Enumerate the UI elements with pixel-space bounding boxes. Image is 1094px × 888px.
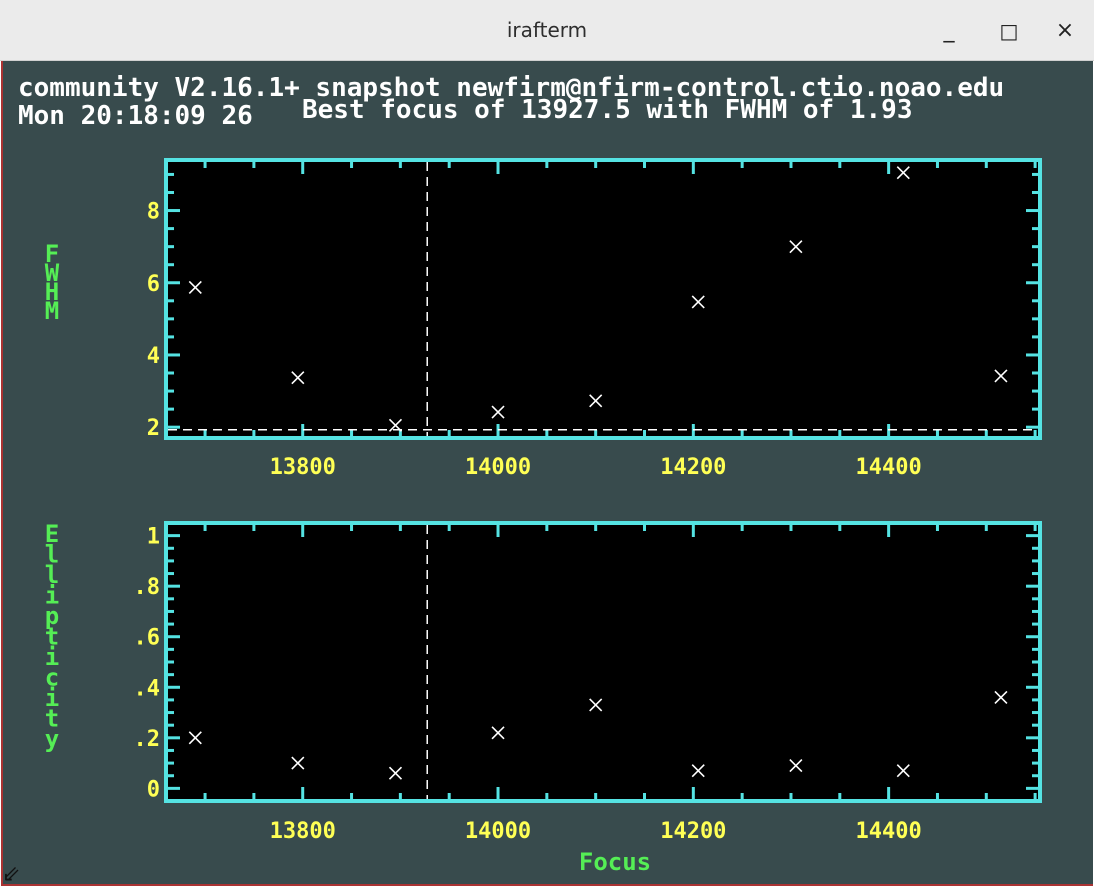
x-tick-label: 13800 xyxy=(270,819,336,844)
y-tick-label: 8 xyxy=(147,200,160,225)
plot-area xyxy=(166,523,1040,801)
focus-plots: 13800 14000 14200 14400 2 4 6 8 F W H M 13800 14000 14… xyxy=(45,158,1042,876)
y-tick-label: 6 xyxy=(147,272,160,297)
x-axis-title: Focus xyxy=(579,848,651,876)
x-tick-label: 14000 xyxy=(465,819,531,844)
x-tick-label: 14000 xyxy=(465,455,531,480)
resize-arrow-icon[interactable]: ⇙ xyxy=(2,862,20,887)
plot-panel-1: 13800 14000 14200 14400 2 4 6 8 F W H M xyxy=(45,158,1042,480)
plot-area xyxy=(166,160,1040,438)
y-tick-label: 0 xyxy=(147,777,160,802)
x-tick-label: 14400 xyxy=(856,455,922,480)
y-tick-label: 4 xyxy=(147,344,160,369)
x-tick-label: 14200 xyxy=(660,455,726,480)
plot-panel-2: 13800 14000 14200 14400 0 .2 .4 .6 .8 1 E l l i p t i c i t… xyxy=(45,520,1042,876)
y-tick-label: 1 xyxy=(147,525,160,550)
y-tick-label: .6 xyxy=(134,626,161,651)
y-axis-title: FWHM xyxy=(45,240,60,325)
y-tick-label: .2 xyxy=(134,727,161,752)
x-tick-label: 13800 xyxy=(270,455,336,480)
y-tick-label: .8 xyxy=(134,575,161,600)
x-tick-label: 14400 xyxy=(856,819,922,844)
y-axis-title: Ellipticity xyxy=(45,520,59,753)
y-tick-label: 2 xyxy=(147,416,160,441)
y-tick-label: .4 xyxy=(134,676,161,701)
x-tick-label: 14200 xyxy=(660,819,726,844)
